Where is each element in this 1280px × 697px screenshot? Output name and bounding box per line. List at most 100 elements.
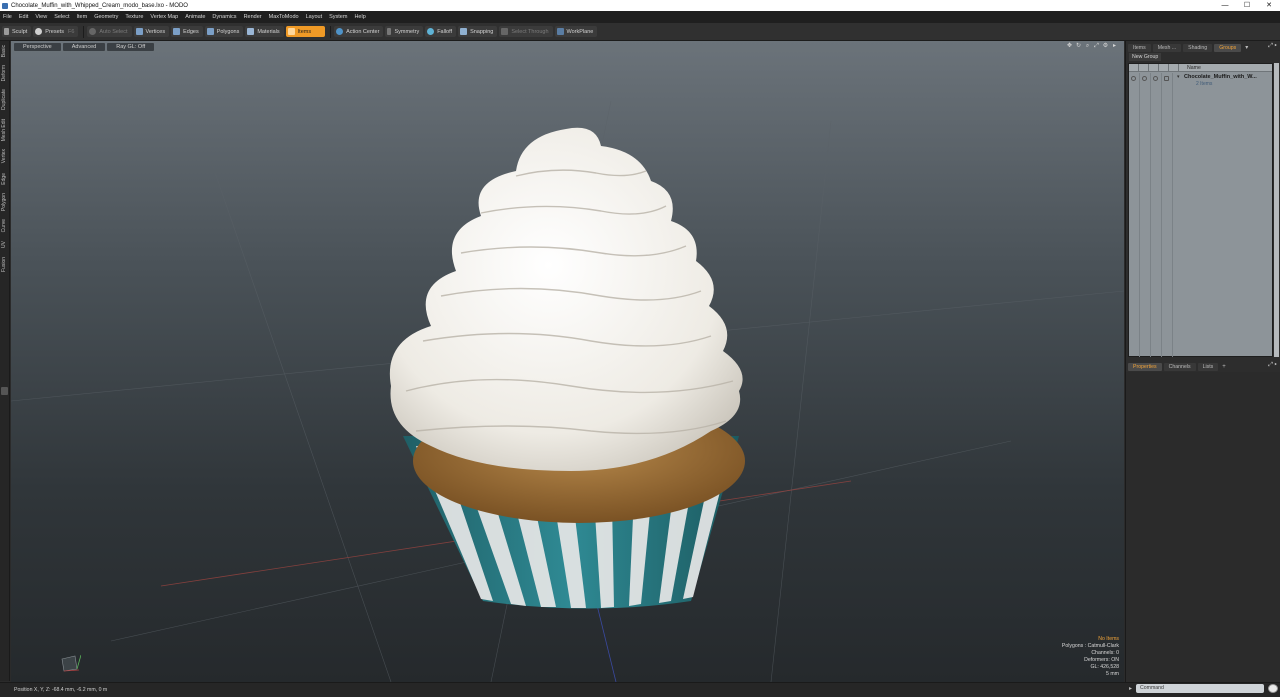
tool-tab-mesh-edit[interactable]: Mesh Edit <box>1 119 9 141</box>
zoom-icon[interactable]: ⌕ <box>1084 43 1091 50</box>
tool-tab-polygon[interactable]: Polygon <box>1 193 9 211</box>
3d-viewport[interactable]: Perspective Advanced Ray GL: Off ✥ ↻ ⌕ ⤢… <box>11 41 1124 682</box>
gear-icon[interactable]: ⚙ <box>1102 43 1109 50</box>
tool-tab-vertex[interactable]: Vertex <box>1 149 9 163</box>
status-bar: Position X, Y, Z: -68.4 mm, -6.2 mm, 0 m <box>0 682 1280 697</box>
select-column-icon[interactable] <box>1159 63 1169 72</box>
tab-shading[interactable]: Shading <box>1183 43 1213 52</box>
add-tab-button[interactable]: + <box>1222 364 1226 370</box>
action-center-button[interactable]: Action Center <box>334 26 384 37</box>
menu-view[interactable]: View <box>35 14 47 20</box>
eye-icon[interactable] <box>1131 76 1136 81</box>
group-name: Chocolate_Muffin_with_W... <box>1184 74 1257 80</box>
menu-texture[interactable]: Texture <box>125 14 143 20</box>
menu-item[interactable]: Item <box>76 14 87 20</box>
workplane-icon <box>556 28 564 35</box>
items-label: Items <box>297 28 312 35</box>
viewport-tab-advanced[interactable]: Advanced <box>62 43 106 51</box>
symmetry-button[interactable]: Symmetry <box>385 26 424 37</box>
group-row[interactable]: ▾ Chocolate_Muffin_with_W... 2 Items <box>1129 73 1272 89</box>
tab-groups[interactable]: Groups <box>1214 43 1242 52</box>
toolbar-divider <box>83 25 85 38</box>
menu-select[interactable]: Select <box>54 14 69 20</box>
polygons-button[interactable]: Polygons <box>204 26 244 37</box>
tool-tab-duplicate[interactable]: Duplicate <box>1 89 9 110</box>
minimize-button[interactable]: — <box>1214 0 1236 11</box>
type-column-icon[interactable] <box>1169 63 1179 72</box>
viewport-scene <box>11 100 1124 682</box>
fit-icon[interactable]: ⤢ <box>1093 43 1100 50</box>
select-through-button[interactable]: Select Through <box>499 26 553 37</box>
menu-system[interactable]: System <box>329 14 347 20</box>
pan-icon[interactable]: ✥ <box>1066 43 1073 50</box>
workplane-button[interactable]: WorkPlane <box>554 26 598 37</box>
toolbar-divider <box>330 25 332 38</box>
materials-label: Materials <box>257 28 280 35</box>
menu-geometry[interactable]: Geometry <box>94 14 118 20</box>
menu-render[interactable]: Render <box>244 14 262 20</box>
auto-select-button[interactable]: Auto Select <box>87 26 132 37</box>
action-center-icon <box>336 28 344 35</box>
groups-list-header: Name <box>1129 63 1272 72</box>
tool-tab-edge[interactable]: Edge <box>1 173 9 185</box>
viewport-tab-raygl[interactable]: Ray GL: Off <box>107 43 155 51</box>
expand-arrow-icon[interactable]: ▾ <box>1177 74 1180 80</box>
vertices-icon <box>135 28 143 35</box>
falloff-button[interactable]: Falloff <box>425 26 457 37</box>
materials-icon <box>247 28 255 35</box>
items-icon <box>287 28 295 35</box>
maximize-button[interactable]: ☐ <box>1236 0 1258 11</box>
command-run-button[interactable] <box>1268 684 1278 693</box>
stat-polygons: Polygons : Catmull-Clark <box>1061 643 1119 649</box>
stat-deformers: Deformers: ON <box>1084 657 1119 663</box>
position-readout: Position X, Y, Z: -68.4 mm, -6.2 mm, 0 m <box>14 687 108 693</box>
presets-button[interactable]: Presets F6 <box>33 26 79 37</box>
groups-scrollbar[interactable] <box>1274 63 1279 357</box>
tab-mesh[interactable]: Mesh ... <box>1152 43 1182 52</box>
vertices-button[interactable]: Vertices <box>133 26 170 37</box>
tool-tab-basic[interactable]: Basic <box>1 45 9 57</box>
tab-dropdown-icon[interactable]: ▾ <box>1245 44 1248 51</box>
menu-bar: File Edit View Select Item Geometry Text… <box>0 11 1280 23</box>
group-item-count: 2 Items <box>1196 81 1213 87</box>
menu-help[interactable]: Help <box>354 14 365 20</box>
edges-button[interactable]: Edges <box>171 26 203 37</box>
render-column-icon[interactable] <box>1139 63 1149 72</box>
materials-button[interactable]: Materials <box>245 26 284 37</box>
items-button[interactable]: Items <box>285 26 326 37</box>
tool-tab-uv[interactable]: UV <box>1 241 9 248</box>
tab-items[interactable]: Items <box>1128 43 1151 52</box>
rotate-icon[interactable]: ↻ <box>1075 43 1082 50</box>
command-input[interactable]: Command <box>1136 684 1264 693</box>
menu-edit[interactable]: Edit <box>19 14 28 20</box>
viewport-tab-perspective[interactable]: Perspective <box>14 43 61 51</box>
menu-dynamics[interactable]: Dynamics <box>212 14 236 20</box>
menu-layout[interactable]: Layout <box>306 14 323 20</box>
visibility-column-icon[interactable] <box>1129 63 1139 72</box>
snapping-button[interactable]: Snapping <box>458 26 498 37</box>
select-icon[interactable] <box>1164 76 1169 81</box>
new-group-button[interactable]: New Group <box>1129 53 1162 61</box>
lock-icon[interactable] <box>1153 76 1158 81</box>
tool-tab-fusion[interactable]: Fusion <box>1 257 9 272</box>
tool-tab-deform[interactable]: Deform <box>1 65 9 81</box>
menu-vertex-map[interactable]: Vertex Map <box>150 14 178 20</box>
render-icon[interactable] <box>1142 76 1147 81</box>
menu-file[interactable]: File <box>3 14 12 20</box>
sculpt-button[interactable]: Sculpt <box>2 26 32 37</box>
properties-expand-icon[interactable]: ⤢ ▸ <box>1268 362 1277 369</box>
tab-lists[interactable]: Lists <box>1197 362 1219 371</box>
menu-animate[interactable]: Animate <box>185 14 205 20</box>
menu-maxtomodo[interactable]: MaxToModo <box>269 14 299 20</box>
whipped-cream <box>389 127 743 472</box>
panel-expand-icon[interactable]: ⤢ ▸ <box>1268 43 1277 50</box>
lock-column-icon[interactable] <box>1149 63 1159 72</box>
tool-tab-curve[interactable]: Curve <box>1 219 9 232</box>
z-axis-line <box>595 600 617 682</box>
tab-channels[interactable]: Channels <box>1163 362 1196 371</box>
expand-icon[interactable]: ▸ <box>1111 43 1118 50</box>
command-history-icon[interactable]: ▸ <box>1129 685 1132 692</box>
tab-properties[interactable]: Properties <box>1128 362 1162 371</box>
sidebar-collapse-handle[interactable] <box>1 387 8 395</box>
close-button[interactable]: ✕ <box>1258 0 1280 11</box>
